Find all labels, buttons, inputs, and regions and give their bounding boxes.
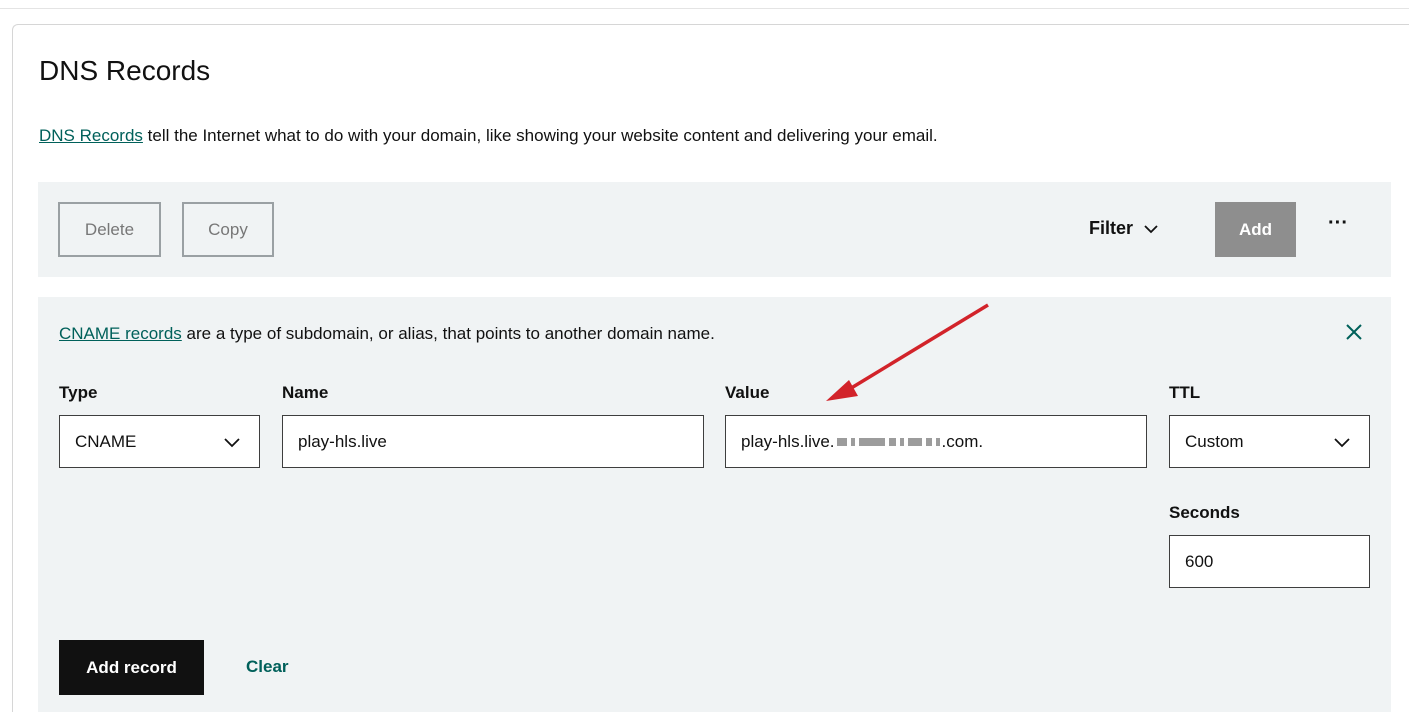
ttl-value: Custom [1185,431,1244,451]
ttl-label: TTL [1169,383,1201,402]
close-icon[interactable] [1344,322,1364,342]
seconds-input[interactable]: 600 [1169,535,1370,588]
redacted-text [835,432,942,452]
delete-button[interactable]: Delete [58,202,161,257]
filter-label: Filter [1089,218,1134,238]
page-intro: DNS Records tell the Internet what to do… [39,126,938,146]
type-label: Type [59,383,98,402]
add-button[interactable]: Add [1215,202,1296,257]
dns-records-link[interactable]: DNS Records [39,126,143,145]
seconds-label: Seconds [1169,503,1240,522]
value-prefix: play-hls.live. [741,431,835,451]
chevron-down-icon [1144,224,1158,233]
intro-text: tell the Internet what to do with your d… [142,126,938,145]
page-title: DNS Records [39,55,211,86]
chevron-down-icon [1334,438,1350,448]
top-divider [0,8,1409,9]
value-input[interactable]: play-hls.live. .com. [725,415,1147,468]
clear-button[interactable]: Clear [246,657,289,677]
copy-button[interactable]: Copy [182,202,274,257]
add-record-panel: CNAME records are a type of subdomain, o… [38,297,1391,712]
value-label: Value [725,383,770,402]
cname-records-link[interactable]: CNAME records [59,324,182,343]
type-select[interactable]: CNAME [59,415,260,468]
add-record-button[interactable]: Add record [59,640,204,695]
name-value: play-hls.live [298,431,387,451]
chevron-down-icon [224,438,240,448]
value-suffix: .com. [941,431,984,451]
name-label: Name [282,383,329,402]
name-input[interactable]: play-hls.live [282,415,704,468]
cname-info: CNAME records are a type of subdomain, o… [59,324,715,344]
seconds-value: 600 [1185,551,1214,571]
filter-dropdown[interactable]: Filter [1089,218,1159,239]
cname-info-text: are a type of subdomain, or alias, that … [181,324,715,343]
more-options-button[interactable]: ··· [1328,212,1348,235]
type-value: CNAME [75,431,137,451]
ttl-select[interactable]: Custom [1169,415,1370,468]
records-toolbar: Delete Copy Filter Add ··· [38,182,1391,277]
